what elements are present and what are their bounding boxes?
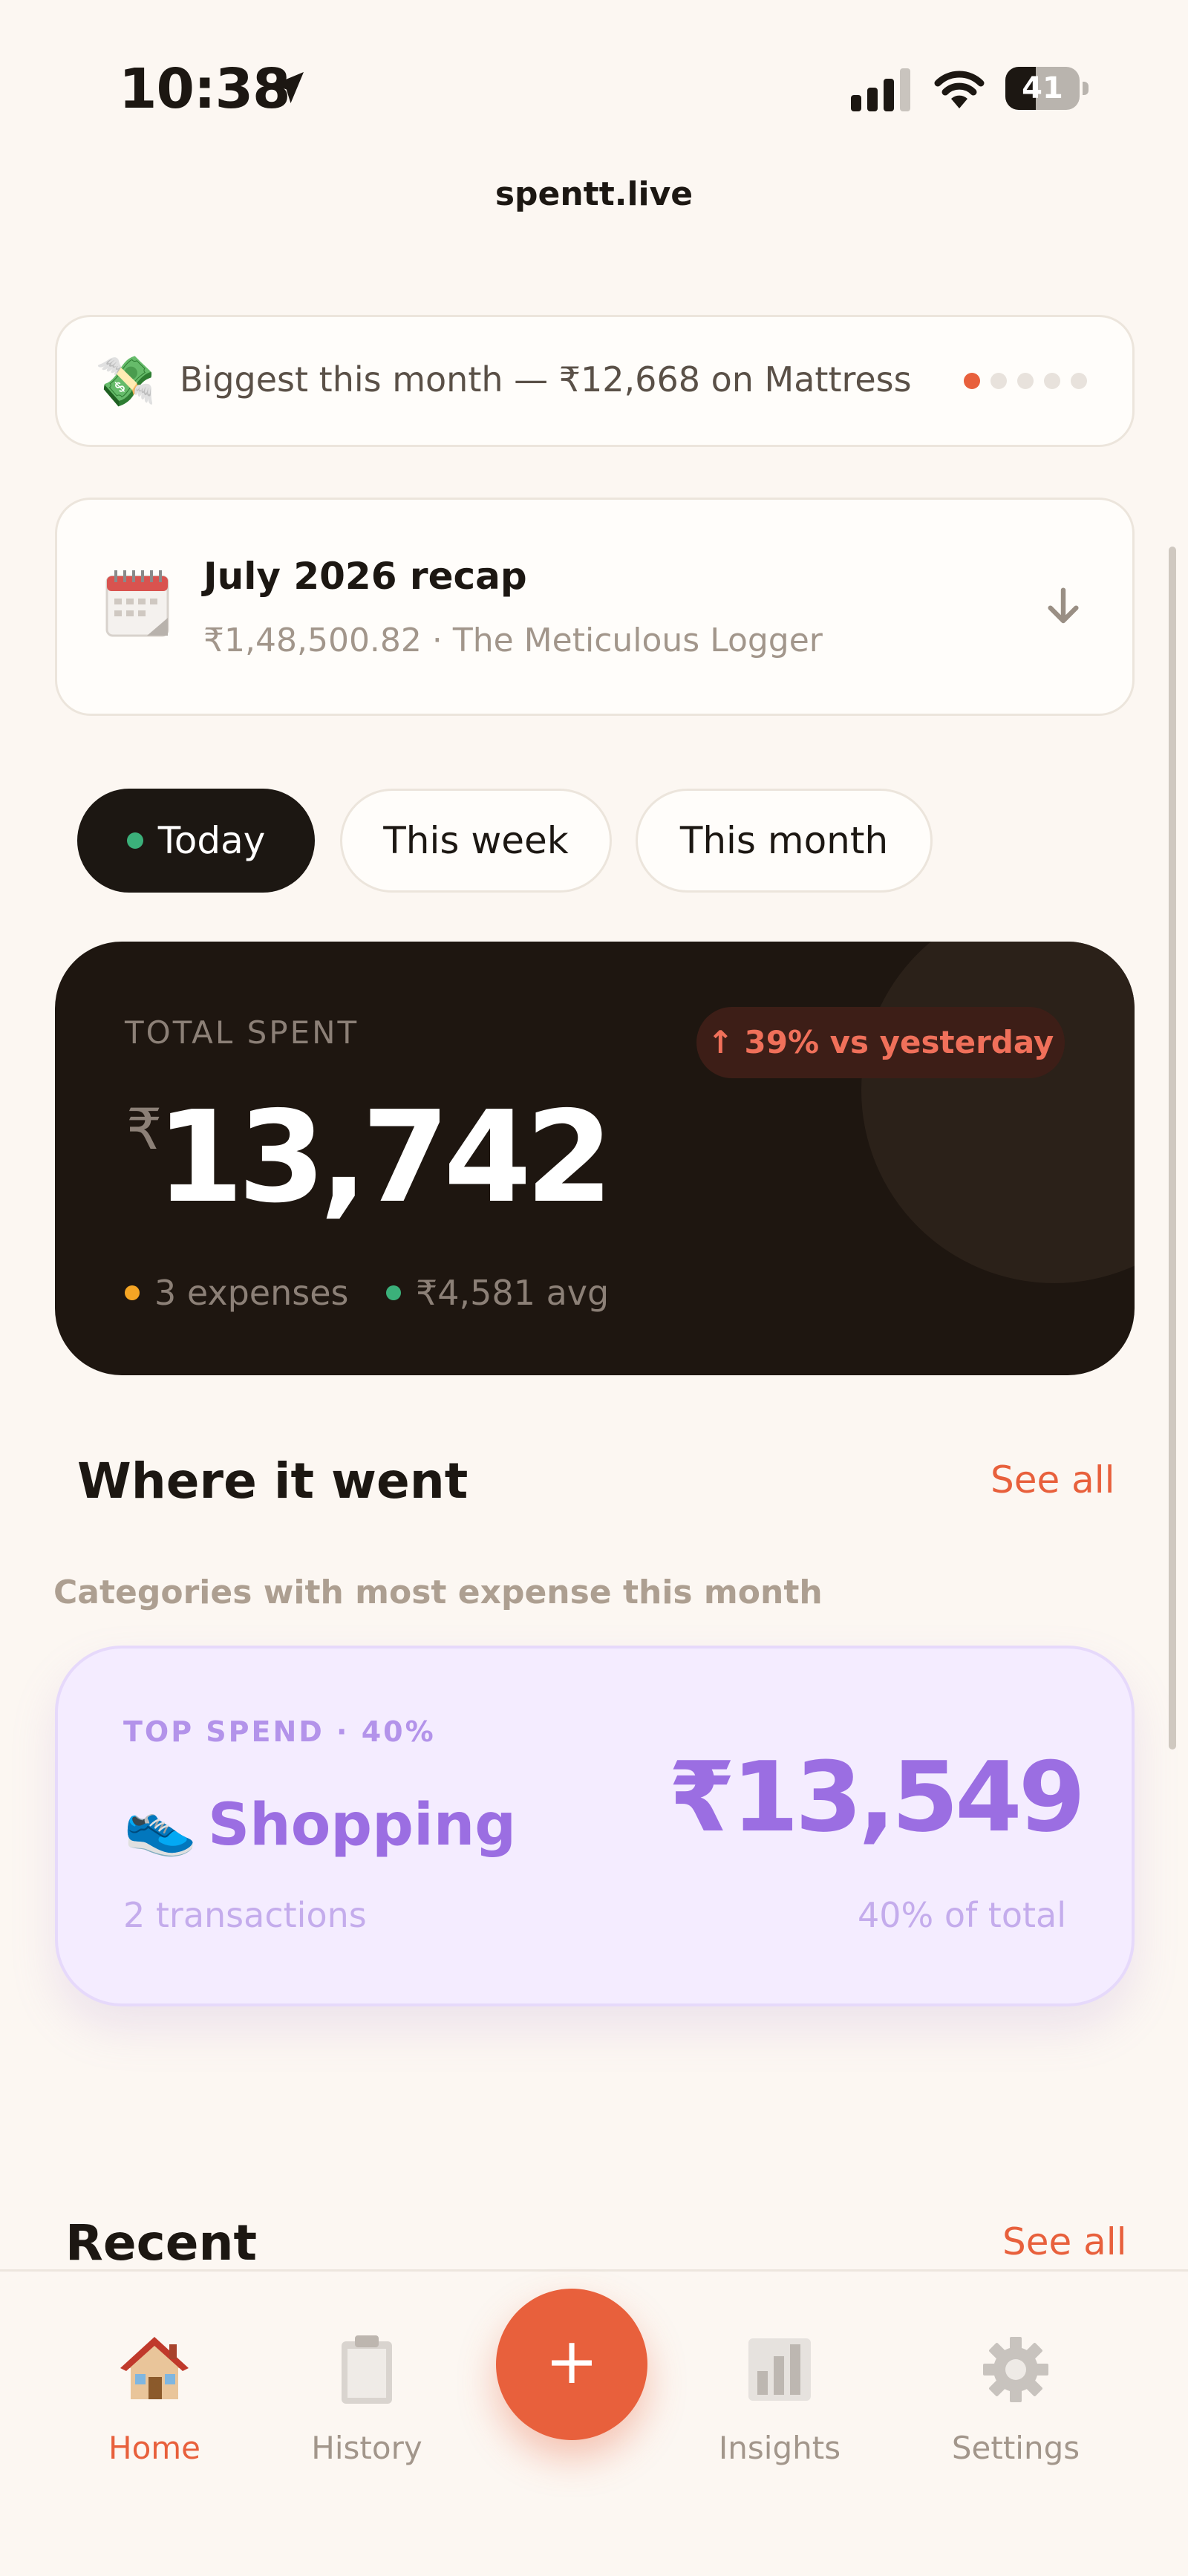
where-it-went-title: Where it went — [77, 1452, 469, 1510]
battery-level: 41 — [1022, 71, 1063, 105]
recent-title: Recent — [65, 2214, 258, 2272]
nav-label-history: History — [311, 2430, 422, 2466]
tab-this-week[interactable]: This week — [340, 789, 612, 893]
nav-label-home: Home — [108, 2430, 201, 2466]
carousel-dots[interactable] — [964, 373, 1087, 389]
categories-caption: Categories with most expense this month — [53, 1574, 823, 1611]
carousel-dot[interactable] — [1071, 373, 1087, 389]
nav-label-insights: Insights — [718, 2430, 841, 2466]
carousel-dot[interactable] — [1044, 373, 1060, 389]
nav-label-settings: Settings — [951, 2430, 1080, 2466]
sneaker-icon: 👟 — [123, 1790, 198, 1859]
change-badge: ↑ 39% vs yesterday — [696, 1007, 1065, 1078]
total-amount: 13,742 — [156, 1084, 613, 1231]
expense-count-text: 3 expenses — [154, 1273, 349, 1313]
scrollbar[interactable] — [1169, 547, 1176, 1750]
orange-dot-icon — [125, 1285, 140, 1300]
category-percent: 40% of total — [857, 1895, 1066, 1935]
see-all-recent-link[interactable]: See all — [1002, 2208, 1127, 2275]
carousel-dot[interactable] — [964, 373, 980, 389]
tab-today[interactable]: Today — [77, 789, 315, 893]
status-time: 10:38 — [119, 57, 291, 121]
arrow-down-icon[interactable] — [1040, 582, 1087, 630]
category-transactions: 2 transactions — [123, 1895, 367, 1935]
average-amount: ₹4,581 avg — [386, 1267, 609, 1319]
wifi-icon — [934, 71, 985, 108]
recap-subtitle: ₹1,48,500.82 · The Meticulous Logger — [203, 622, 823, 659]
nav-item-home[interactable]: Home — [65, 2272, 244, 2466]
top-spend-label: TOP SPEND · 40% — [123, 1715, 436, 1748]
carousel-dot[interactable] — [990, 373, 1007, 389]
see-all-categories-link[interactable]: See all — [990, 1447, 1115, 1513]
nav-item-insights[interactable]: Insights — [691, 2272, 869, 2466]
nav-item-settings[interactable]: Settings — [927, 2272, 1105, 2466]
tab-this-month[interactable]: This month — [636, 789, 933, 893]
active-dot-icon — [126, 832, 143, 849]
add-expense-button[interactable]: + — [496, 2289, 647, 2440]
monthly-recap-card[interactable] — [55, 498, 1135, 716]
expense-count: 3 expenses — [125, 1267, 349, 1319]
category-name: Shopping — [208, 1792, 517, 1859]
calendar-icon — [105, 570, 169, 637]
gear-icon — [983, 2337, 1048, 2402]
green-dot-icon — [386, 1285, 401, 1300]
money-with-wings-icon: 💸 — [95, 353, 157, 410]
bar-chart-icon — [748, 2338, 811, 2401]
tab-label: Today — [157, 819, 266, 862]
site-url[interactable]: spentt.live — [0, 175, 1188, 213]
total-spent-label: TOTAL SPENT — [125, 1014, 359, 1051]
category-amount: ₹13,549 — [668, 1741, 1086, 1853]
location-arrow-icon — [272, 72, 304, 103]
carousel-dot[interactable] — [1017, 373, 1034, 389]
average-amount-text: ₹4,581 avg — [416, 1273, 610, 1313]
decorative-circle — [861, 942, 1135, 1283]
clipboard-icon — [342, 2335, 392, 2404]
house-icon — [120, 2337, 189, 2399]
banner-text: Biggest this month — ₹12,668 on Mattress — [180, 359, 912, 400]
cellular-signal-icon — [851, 68, 910, 111]
recap-title: July 2026 recap — [203, 555, 527, 598]
nav-item-history[interactable]: History — [278, 2272, 456, 2466]
plus-icon: + — [544, 2324, 599, 2399]
battery-indicator: 41 — [1005, 67, 1089, 110]
